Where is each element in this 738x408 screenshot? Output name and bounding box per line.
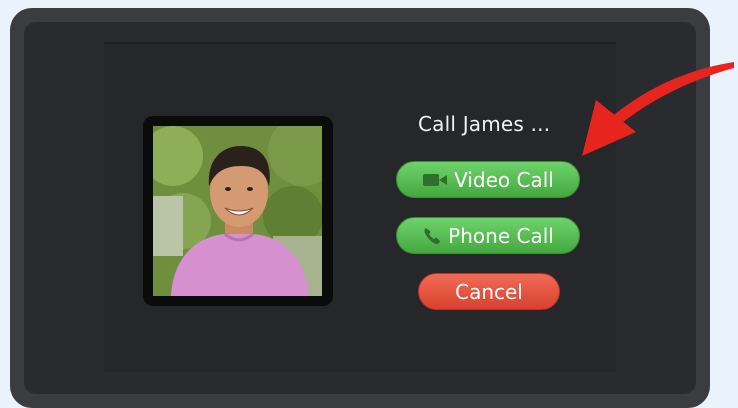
contact-photo: [153, 126, 322, 296]
call-title: Call James ...: [418, 112, 551, 136]
cancel-button[interactable]: Cancel: [418, 273, 560, 310]
phone-call-label: Phone Call: [448, 223, 554, 248]
red-arrow-icon: [582, 62, 734, 156]
video-call-button[interactable]: Video Call: [396, 161, 580, 198]
cancel-label: Cancel: [455, 279, 523, 304]
video-camera-icon: [422, 172, 448, 188]
video-call-label: Video Call: [454, 167, 554, 192]
phone-call-button[interactable]: Phone Call: [396, 217, 580, 254]
phone-handset-icon: [422, 226, 442, 246]
